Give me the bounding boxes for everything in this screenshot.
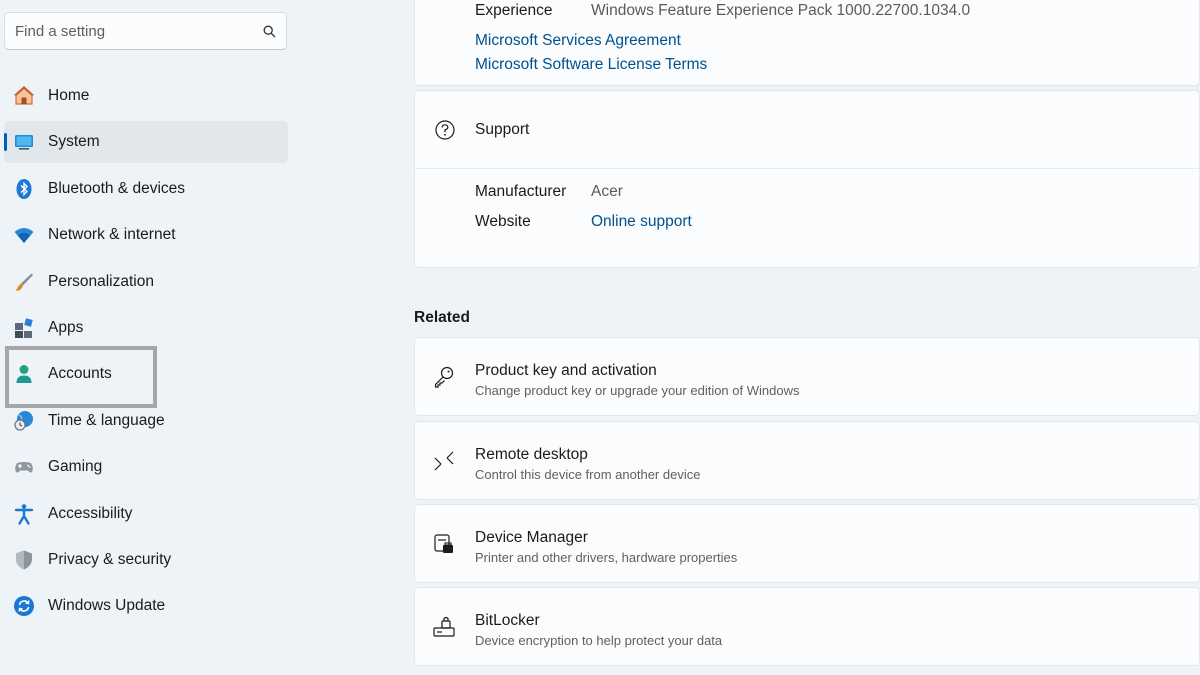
- item-description: Change product key or upgrade your editi…: [475, 383, 800, 398]
- bitlocker-icon: [431, 614, 457, 640]
- experience-value: Windows Feature Experience Pack 1000.227…: [591, 2, 971, 19]
- support-title: Support: [475, 120, 530, 138]
- sidebar-item-gaming[interactable]: Gaming: [4, 446, 288, 488]
- globe-clock-icon: [13, 410, 35, 432]
- experience-key: Experience: [475, 2, 553, 19]
- remote-desktop-icon: [431, 448, 457, 474]
- system-monitor-icon: [13, 131, 35, 153]
- sidebar-item-network[interactable]: Network & internet: [4, 214, 288, 256]
- bitlocker-item[interactable]: BitLocker Device encryption to help prot…: [414, 587, 1200, 666]
- item-title: Device Manager: [475, 529, 588, 546]
- sidebar-item-home[interactable]: Home: [4, 75, 288, 117]
- sidebar-item-label: Personalization: [48, 272, 154, 290]
- sidebar: Home System Bluetooth & devices Network …: [0, 0, 300, 675]
- accessibility-icon: [13, 503, 35, 525]
- manufacturer-value: Acer: [591, 183, 623, 200]
- sidebar-item-label: Gaming: [48, 458, 103, 476]
- device-manager-icon: [431, 531, 457, 557]
- selection-indicator: [4, 133, 7, 152]
- related-heading: Related: [414, 309, 470, 326]
- sidebar-item-accounts[interactable]: Accounts: [4, 353, 288, 395]
- item-title: Remote desktop: [475, 446, 588, 463]
- account-icon: [13, 363, 35, 385]
- item-description: Control this device from another device: [475, 467, 701, 482]
- shield-icon: [13, 549, 35, 571]
- main-content: Experience Windows Feature Experience Pa…: [414, 0, 1200, 675]
- remote-desktop-item[interactable]: Remote desktop Control this device from …: [414, 421, 1200, 500]
- product-key-activation-item[interactable]: Product key and activation Change produc…: [414, 337, 1200, 416]
- sidebar-item-label: Windows Update: [48, 597, 166, 615]
- item-description: Device encryption to help protect your d…: [475, 633, 723, 648]
- help-icon: [415, 119, 475, 141]
- sidebar-item-privacy-security[interactable]: Privacy & security: [4, 539, 288, 581]
- sidebar-item-system[interactable]: System: [4, 121, 288, 164]
- sidebar-item-label: Apps: [48, 318, 84, 336]
- support-header[interactable]: Support: [415, 91, 1199, 169]
- sidebar-item-label: Privacy & security: [48, 550, 172, 568]
- windows-spec-card: Experience Windows Feature Experience Pa…: [414, 0, 1200, 86]
- sidebar-item-windows-update[interactable]: Windows Update: [4, 585, 288, 627]
- home-icon: [13, 85, 35, 107]
- support-card: Support Manufacturer Acer Website Online…: [414, 90, 1200, 268]
- bluetooth-icon: [13, 178, 35, 200]
- sidebar-item-label: Network & internet: [48, 226, 176, 244]
- search-input[interactable]: [15, 22, 262, 40]
- sidebar-item-label: Accessibility: [48, 504, 133, 522]
- sidebar-item-label: Time & language: [48, 411, 165, 429]
- manufacturer-key: Manufacturer: [475, 183, 567, 200]
- manufacturer-row: Manufacturer Acer: [475, 183, 623, 201]
- item-title: BitLocker: [475, 612, 540, 629]
- website-key: Website: [475, 213, 531, 230]
- sidebar-item-bluetooth[interactable]: Bluetooth & devices: [4, 168, 288, 210]
- search-icon[interactable]: [262, 24, 276, 38]
- search-box[interactable]: [4, 12, 287, 50]
- sidebar-item-apps[interactable]: Apps: [4, 307, 288, 349]
- website-row: Website Online support: [475, 213, 692, 231]
- services-agreement-link[interactable]: Microsoft Services Agreement: [475, 32, 681, 50]
- apps-icon: [13, 317, 35, 339]
- sidebar-item-personalization[interactable]: Personalization: [4, 261, 288, 303]
- license-terms-link[interactable]: Microsoft Software License Terms: [475, 56, 707, 74]
- online-support-link[interactable]: Online support: [591, 213, 692, 231]
- item-description: Printer and other drivers, hardware prop…: [475, 550, 738, 565]
- sidebar-item-label: Home: [48, 87, 90, 104]
- sidebar-nav: Home System Bluetooth & devices Network …: [4, 75, 288, 632]
- wifi-icon: [13, 224, 35, 246]
- update-icon: [13, 595, 35, 617]
- item-title: Product key and activation: [475, 362, 657, 379]
- paintbrush-icon: [13, 271, 35, 293]
- sidebar-item-label: System: [48, 133, 100, 151]
- device-manager-item[interactable]: Device Manager Printer and other drivers…: [414, 504, 1200, 583]
- experience-row: Experience Windows Feature Experience Pa…: [475, 2, 970, 20]
- sidebar-item-time-language[interactable]: Time & language: [4, 400, 288, 442]
- sidebar-item-accessibility[interactable]: Accessibility: [4, 493, 288, 535]
- sidebar-item-label: Bluetooth & devices: [48, 179, 186, 197]
- sidebar-item-label: Accounts: [48, 365, 112, 383]
- key-icon: [431, 364, 457, 390]
- gamepad-icon: [13, 456, 35, 478]
